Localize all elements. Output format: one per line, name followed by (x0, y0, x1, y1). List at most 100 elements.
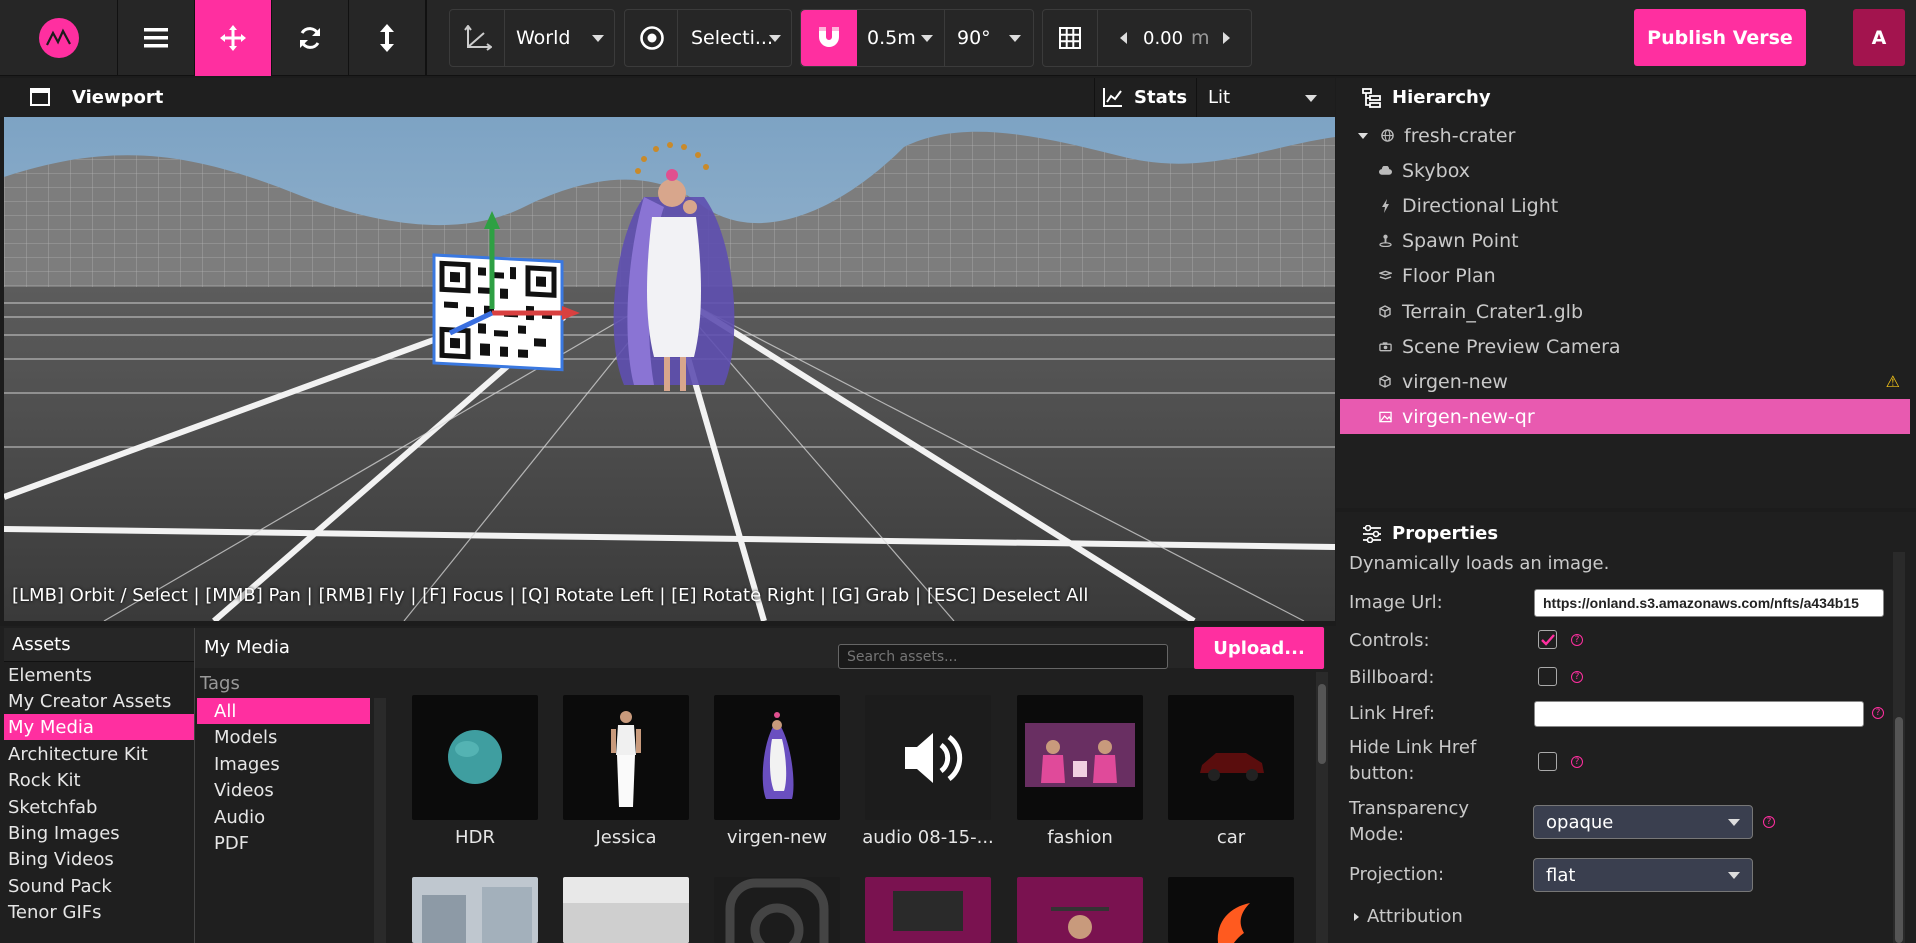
stats-label[interactable]: Stats (1134, 87, 1187, 108)
pivot-select[interactable]: Selecti... (624, 9, 792, 67)
help-icon[interactable]: ? (1571, 671, 1583, 683)
asset-category-elements[interactable]: Elements (4, 662, 194, 688)
chevron-right-icon (1354, 912, 1359, 921)
hierarchy-item-label: Skybox (1402, 159, 1470, 182)
stats-button[interactable] (1103, 87, 1123, 111)
tag-models[interactable]: Models (197, 724, 370, 750)
asset-thumb-gallery[interactable] (563, 877, 689, 943)
asset-category-architecture-kit[interactable]: Architecture Kit (4, 741, 194, 767)
asset-category-rock-kit[interactable]: Rock Kit (4, 767, 194, 793)
help-icon[interactable]: ? (1571, 634, 1583, 646)
properties-scrollbar[interactable] (1893, 552, 1905, 943)
asset-caption: virgen-new (726, 827, 828, 848)
asset-thumb-audio[interactable] (865, 695, 991, 820)
increment-arrow-icon[interactable] (1223, 32, 1230, 44)
projection-label: Projection: (1349, 864, 1445, 885)
chevron-down-icon (1305, 95, 1317, 102)
help-icon[interactable]: ? (1571, 756, 1583, 768)
controls-label: Controls: (1349, 630, 1430, 651)
grid-unit: m (1191, 27, 1210, 49)
tags-scrollbar[interactable] (374, 698, 386, 943)
image-url-label: Image Url: (1349, 592, 1443, 613)
asset-thumb-instagram[interactable] (714, 877, 840, 943)
properties-title: Properties (1392, 523, 1499, 544)
hierarchy-item-floor-plan[interactable]: Floor Plan (1340, 258, 1910, 293)
asset-category-my-creator-assets[interactable]: My Creator Assets (4, 688, 194, 714)
help-icon[interactable]: ? (1872, 707, 1884, 719)
chevron-down-icon (592, 35, 604, 42)
hierarchy-item-spawn-point[interactable]: Spawn Point (1340, 223, 1910, 258)
hide-link-label: Hide Link Href (1349, 737, 1477, 758)
asset-thumb-room[interactable] (412, 877, 538, 943)
controls-checkbox[interactable] (1538, 630, 1557, 649)
asset-caption: HDR (455, 827, 495, 848)
render-mode-select[interactable]: Lit (1208, 87, 1230, 108)
asset-category-sketchfab[interactable]: Sketchfab (4, 794, 194, 820)
app-logo[interactable] (0, 0, 118, 76)
tag-images[interactable]: Images (197, 751, 370, 777)
upload-button[interactable]: Upload... (1194, 627, 1324, 669)
tag-audio[interactable]: Audio (197, 804, 370, 830)
attribution-toggle[interactable]: Attribution (1354, 906, 1463, 927)
hierarchy-item-virgen-new-qr[interactable]: virgen-new-qr (1340, 399, 1910, 434)
decrement-arrow-icon[interactable] (1120, 32, 1127, 44)
cloud-icon (1378, 164, 1392, 178)
hide-link-label-cont: button: (1349, 763, 1415, 784)
hierarchy-item-directional-light[interactable]: Directional Light (1340, 188, 1910, 223)
asset-thumb-hdr[interactable] (412, 695, 538, 820)
projection-select[interactable]: flat (1533, 858, 1753, 892)
link-href-input[interactable] (1534, 701, 1864, 727)
chevron-down-icon[interactable] (1358, 132, 1368, 139)
image-url-input[interactable]: https://onland.s3.amazonaws.com/nfts/a43… (1534, 589, 1884, 617)
tag-videos[interactable]: Videos (197, 777, 370, 803)
hierarchy-item-scene-preview-camera[interactable]: Scene Preview Camera (1340, 329, 1910, 364)
properties-description: Dynamically loads an image. (1349, 553, 1610, 574)
rotate-tool-button[interactable] (272, 0, 349, 76)
asset-category-tenor-gifs[interactable]: Tenor GIFs (4, 899, 194, 925)
snap-translate-select[interactable]: 0.5m (867, 10, 916, 66)
transform-space-select[interactable]: World (449, 9, 615, 67)
asset-category-bing-videos[interactable]: Bing Videos (4, 846, 194, 872)
hide-link-checkbox[interactable] (1538, 752, 1557, 771)
snap-toggle-button[interactable] (801, 10, 857, 66)
scale-tool-button[interactable] (349, 0, 426, 76)
hierarchy-item-skybox[interactable]: Skybox (1340, 153, 1910, 188)
publish-button[interactable]: Publish Verse (1634, 9, 1806, 66)
user-avatar[interactable]: A (1853, 9, 1905, 66)
grid-toggle-button[interactable] (1059, 10, 1081, 66)
chevron-down-icon (1728, 818, 1740, 826)
asset-category-bing-images[interactable]: Bing Images (4, 820, 194, 846)
chevron-down-icon (1009, 35, 1021, 42)
menu-button[interactable] (118, 0, 195, 76)
asset-category-my-media[interactable]: My Media (4, 714, 194, 740)
asset-thumb-jessica[interactable] (563, 695, 689, 820)
assets-scrollbar[interactable] (1316, 672, 1328, 943)
tag-all[interactable]: All (197, 698, 370, 724)
hierarchy-item-fresh-crater[interactable]: fresh-crater (1340, 118, 1910, 153)
hierarchy-item-terrain[interactable]: Terrain_Crater1.glb (1340, 294, 1910, 329)
snap-rotate-select[interactable]: 90° (957, 10, 991, 66)
asset-thumb-virgen-new[interactable] (714, 695, 840, 820)
grid-height-value[interactable]: 0.00 (1143, 10, 1183, 66)
viewport-canvas[interactable]: [LMB] Orbit / Select | [MMB] Pan | [RMB]… (4, 117, 1335, 621)
help-icon[interactable]: ? (1763, 816, 1775, 828)
asset-thumb-video-2[interactable] (1017, 877, 1143, 943)
asset-thumb-fashion[interactable] (1017, 695, 1143, 820)
warning-icon[interactable]: ⚠ (1886, 372, 1900, 391)
move-tool-button[interactable] (195, 0, 272, 76)
magnet-icon (819, 27, 839, 47)
bolt-icon (1378, 198, 1392, 213)
target-icon (639, 10, 665, 66)
asset-thumb-video-1[interactable] (865, 877, 991, 943)
transparency-mode-select[interactable]: opaque (1533, 805, 1753, 839)
cube-icon (1378, 375, 1392, 389)
asset-thumb-logo[interactable] (1168, 877, 1294, 943)
billboard-checkbox[interactable] (1538, 667, 1557, 686)
asset-search-input[interactable] (838, 644, 1168, 669)
tags-title: Tags (200, 673, 240, 694)
asset-category-sound-pack[interactable]: Sound Pack (4, 873, 194, 899)
hierarchy-item-virgen-new[interactable]: virgen-new ⚠ (1340, 364, 1910, 399)
asset-caption: car (1216, 827, 1246, 848)
tag-pdf[interactable]: PDF (197, 830, 370, 856)
asset-thumb-car[interactable] (1168, 695, 1294, 820)
